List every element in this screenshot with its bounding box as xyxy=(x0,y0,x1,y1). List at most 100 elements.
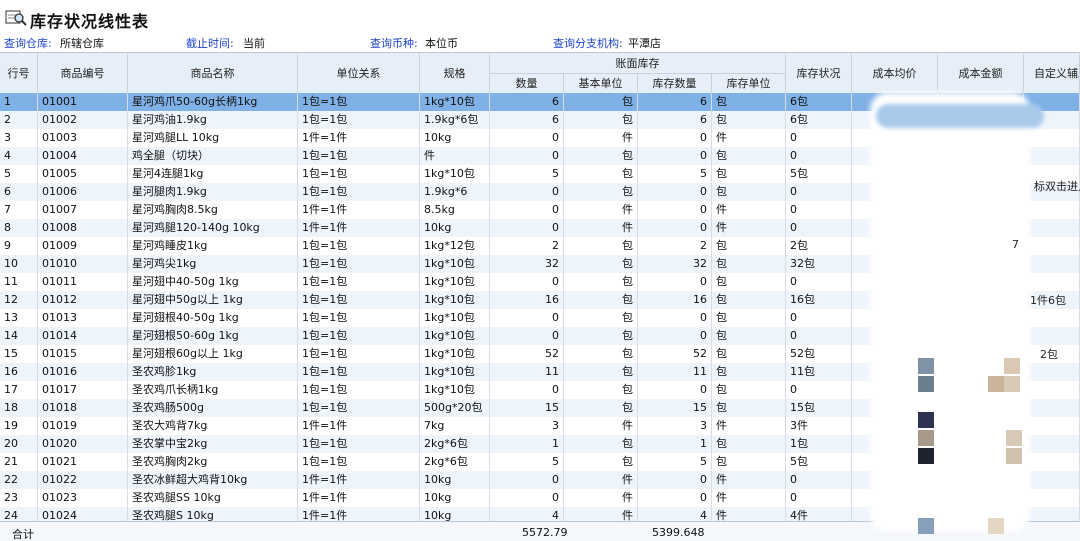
cell-row-no[interactable]: 10 xyxy=(0,255,38,273)
cell-stock-status[interactable]: 0 xyxy=(786,201,852,219)
col-header-row-no[interactable]: 行号 xyxy=(0,53,38,93)
cell-name[interactable]: 星河鸡睡皮1kg xyxy=(128,237,298,255)
cell-custom[interactable] xyxy=(1024,363,1080,381)
cell-stock-status[interactable]: 3件 xyxy=(786,417,852,435)
cell-name[interactable]: 星河鸡油1.9kg xyxy=(128,111,298,129)
cell-stock-unit[interactable]: 包 xyxy=(712,363,786,381)
cell-spec[interactable]: 1kg*10包 xyxy=(420,291,490,309)
cell-stock-qty[interactable]: 0 xyxy=(638,327,712,345)
cell-spec[interactable]: 10kg xyxy=(420,471,490,489)
cell-base-unit[interactable]: 包 xyxy=(564,435,638,453)
cell-code[interactable]: 01017 xyxy=(38,381,128,399)
cell-unit-relation[interactable]: 1包=1包 xyxy=(298,435,420,453)
cell-row-no[interactable]: 1 xyxy=(0,93,38,111)
cell-stock-qty[interactable]: 11 xyxy=(638,363,712,381)
cell-name[interactable]: 星河鸡腿LL 10kg xyxy=(128,129,298,147)
col-header-custom[interactable]: 自定义辅助 xyxy=(1024,53,1080,93)
cell-row-no[interactable]: 22 xyxy=(0,471,38,489)
cell-row-no[interactable]: 4 xyxy=(0,147,38,165)
cell-spec[interactable]: 1kg*10包 xyxy=(420,309,490,327)
cell-unit-relation[interactable]: 1包=1包 xyxy=(298,237,420,255)
cell-name[interactable]: 星河翅中50g以上 1kg xyxy=(128,291,298,309)
cell-unit-relation[interactable]: 1件=1件 xyxy=(298,201,420,219)
col-header-qty[interactable]: 数量 xyxy=(490,73,564,93)
cell-row-no[interactable]: 8 xyxy=(0,219,38,237)
cell-stock-status[interactable]: 0 xyxy=(786,471,852,489)
cell-name[interactable]: 星河鸡爪50-60g长柄1kg xyxy=(128,93,298,111)
cell-stock-unit[interactable]: 包 xyxy=(712,327,786,345)
cell-unit-relation[interactable]: 1包=1包 xyxy=(298,381,420,399)
cell-code[interactable]: 01005 xyxy=(38,165,128,183)
cell-custom[interactable] xyxy=(1024,129,1080,147)
cell-base-unit[interactable]: 包 xyxy=(564,291,638,309)
cell-stock-qty[interactable]: 0 xyxy=(638,471,712,489)
cell-stock-qty[interactable]: 0 xyxy=(638,381,712,399)
cell-code[interactable]: 01014 xyxy=(38,327,128,345)
cell-qty[interactable]: 0 xyxy=(490,471,564,489)
cell-stock-unit[interactable]: 包 xyxy=(712,147,786,165)
cell-code[interactable]: 01010 xyxy=(38,255,128,273)
cell-spec[interactable]: 1.9kg*6包 xyxy=(420,111,490,129)
cell-qty[interactable]: 2 xyxy=(490,237,564,255)
cell-unit-relation[interactable]: 1包=1包 xyxy=(298,255,420,273)
cell-stock-unit[interactable]: 包 xyxy=(712,399,786,417)
cell-code[interactable]: 01020 xyxy=(38,435,128,453)
col-header-stock-qty[interactable]: 库存数量 xyxy=(638,73,712,93)
cell-custom[interactable] xyxy=(1024,255,1080,273)
cell-stock-qty[interactable]: 16 xyxy=(638,291,712,309)
cell-code[interactable]: 01008 xyxy=(38,219,128,237)
cell-code[interactable]: 01006 xyxy=(38,183,128,201)
cell-base-unit[interactable]: 件 xyxy=(564,417,638,435)
cell-custom[interactable] xyxy=(1024,147,1080,165)
cell-base-unit[interactable]: 包 xyxy=(564,183,638,201)
cell-unit-relation[interactable]: 1包=1包 xyxy=(298,147,420,165)
cell-stock-qty[interactable]: 6 xyxy=(638,93,712,111)
cell-code[interactable]: 01009 xyxy=(38,237,128,255)
cell-spec[interactable]: 1kg*12包 xyxy=(420,237,490,255)
cell-row-no[interactable]: 20 xyxy=(0,435,38,453)
filter-value-currency[interactable]: 本位币 xyxy=(425,35,458,51)
cell-qty[interactable]: 0 xyxy=(490,219,564,237)
cell-stock-status[interactable]: 52包 xyxy=(786,345,852,363)
col-header-unit-relation[interactable]: 单位关系 xyxy=(298,53,420,93)
cell-unit-relation[interactable]: 1包=1包 xyxy=(298,309,420,327)
cell-spec[interactable]: 10kg xyxy=(420,219,490,237)
cell-qty[interactable]: 0 xyxy=(490,309,564,327)
cell-unit-relation[interactable]: 1包=1包 xyxy=(298,273,420,291)
cell-qty[interactable]: 0 xyxy=(490,129,564,147)
cell-base-unit[interactable]: 包 xyxy=(564,255,638,273)
cell-row-no[interactable]: 11 xyxy=(0,273,38,291)
cell-row-no[interactable]: 16 xyxy=(0,363,38,381)
cell-qty[interactable]: 16 xyxy=(490,291,564,309)
col-header-code[interactable]: 商品编号 xyxy=(38,53,128,93)
cell-stock-qty[interactable]: 5 xyxy=(638,453,712,471)
col-header-cost-amount[interactable]: 成本金额 xyxy=(938,53,1024,93)
cell-name[interactable]: 圣农鸡胗1kg xyxy=(128,363,298,381)
cell-custom[interactable] xyxy=(1024,489,1080,507)
cell-qty[interactable]: 11 xyxy=(490,363,564,381)
cell-qty[interactable]: 1 xyxy=(490,435,564,453)
cell-stock-unit[interactable]: 包 xyxy=(712,291,786,309)
cell-spec[interactable]: 件 xyxy=(420,147,490,165)
cell-stock-unit[interactable]: 包 xyxy=(712,237,786,255)
cell-stock-status[interactable]: 11包 xyxy=(786,363,852,381)
cell-base-unit[interactable]: 包 xyxy=(564,147,638,165)
col-header-base-unit[interactable]: 基本单位 xyxy=(564,73,638,93)
cell-code[interactable]: 01015 xyxy=(38,345,128,363)
cell-base-unit[interactable]: 包 xyxy=(564,327,638,345)
cell-name[interactable]: 鸡全腿（切块） xyxy=(128,147,298,165)
col-header-cost-avg[interactable]: 成本均价 xyxy=(852,53,938,93)
cell-name[interactable]: 圣农鸡爪长柄1kg xyxy=(128,381,298,399)
cell-base-unit[interactable]: 包 xyxy=(564,165,638,183)
cell-code[interactable]: 01016 xyxy=(38,363,128,381)
cell-row-no[interactable]: 14 xyxy=(0,327,38,345)
cell-base-unit[interactable]: 包 xyxy=(564,381,638,399)
cell-stock-status[interactable]: 0 xyxy=(786,273,852,291)
cell-stock-qty[interactable]: 15 xyxy=(638,399,712,417)
cell-name[interactable]: 圣农冰鲜超大鸡背10kg xyxy=(128,471,298,489)
cell-name[interactable]: 星河4连腿1kg xyxy=(128,165,298,183)
cell-row-no[interactable]: 7 xyxy=(0,201,38,219)
cell-base-unit[interactable]: 包 xyxy=(564,453,638,471)
cell-custom[interactable] xyxy=(1024,453,1080,471)
cell-row-no[interactable]: 23 xyxy=(0,489,38,507)
